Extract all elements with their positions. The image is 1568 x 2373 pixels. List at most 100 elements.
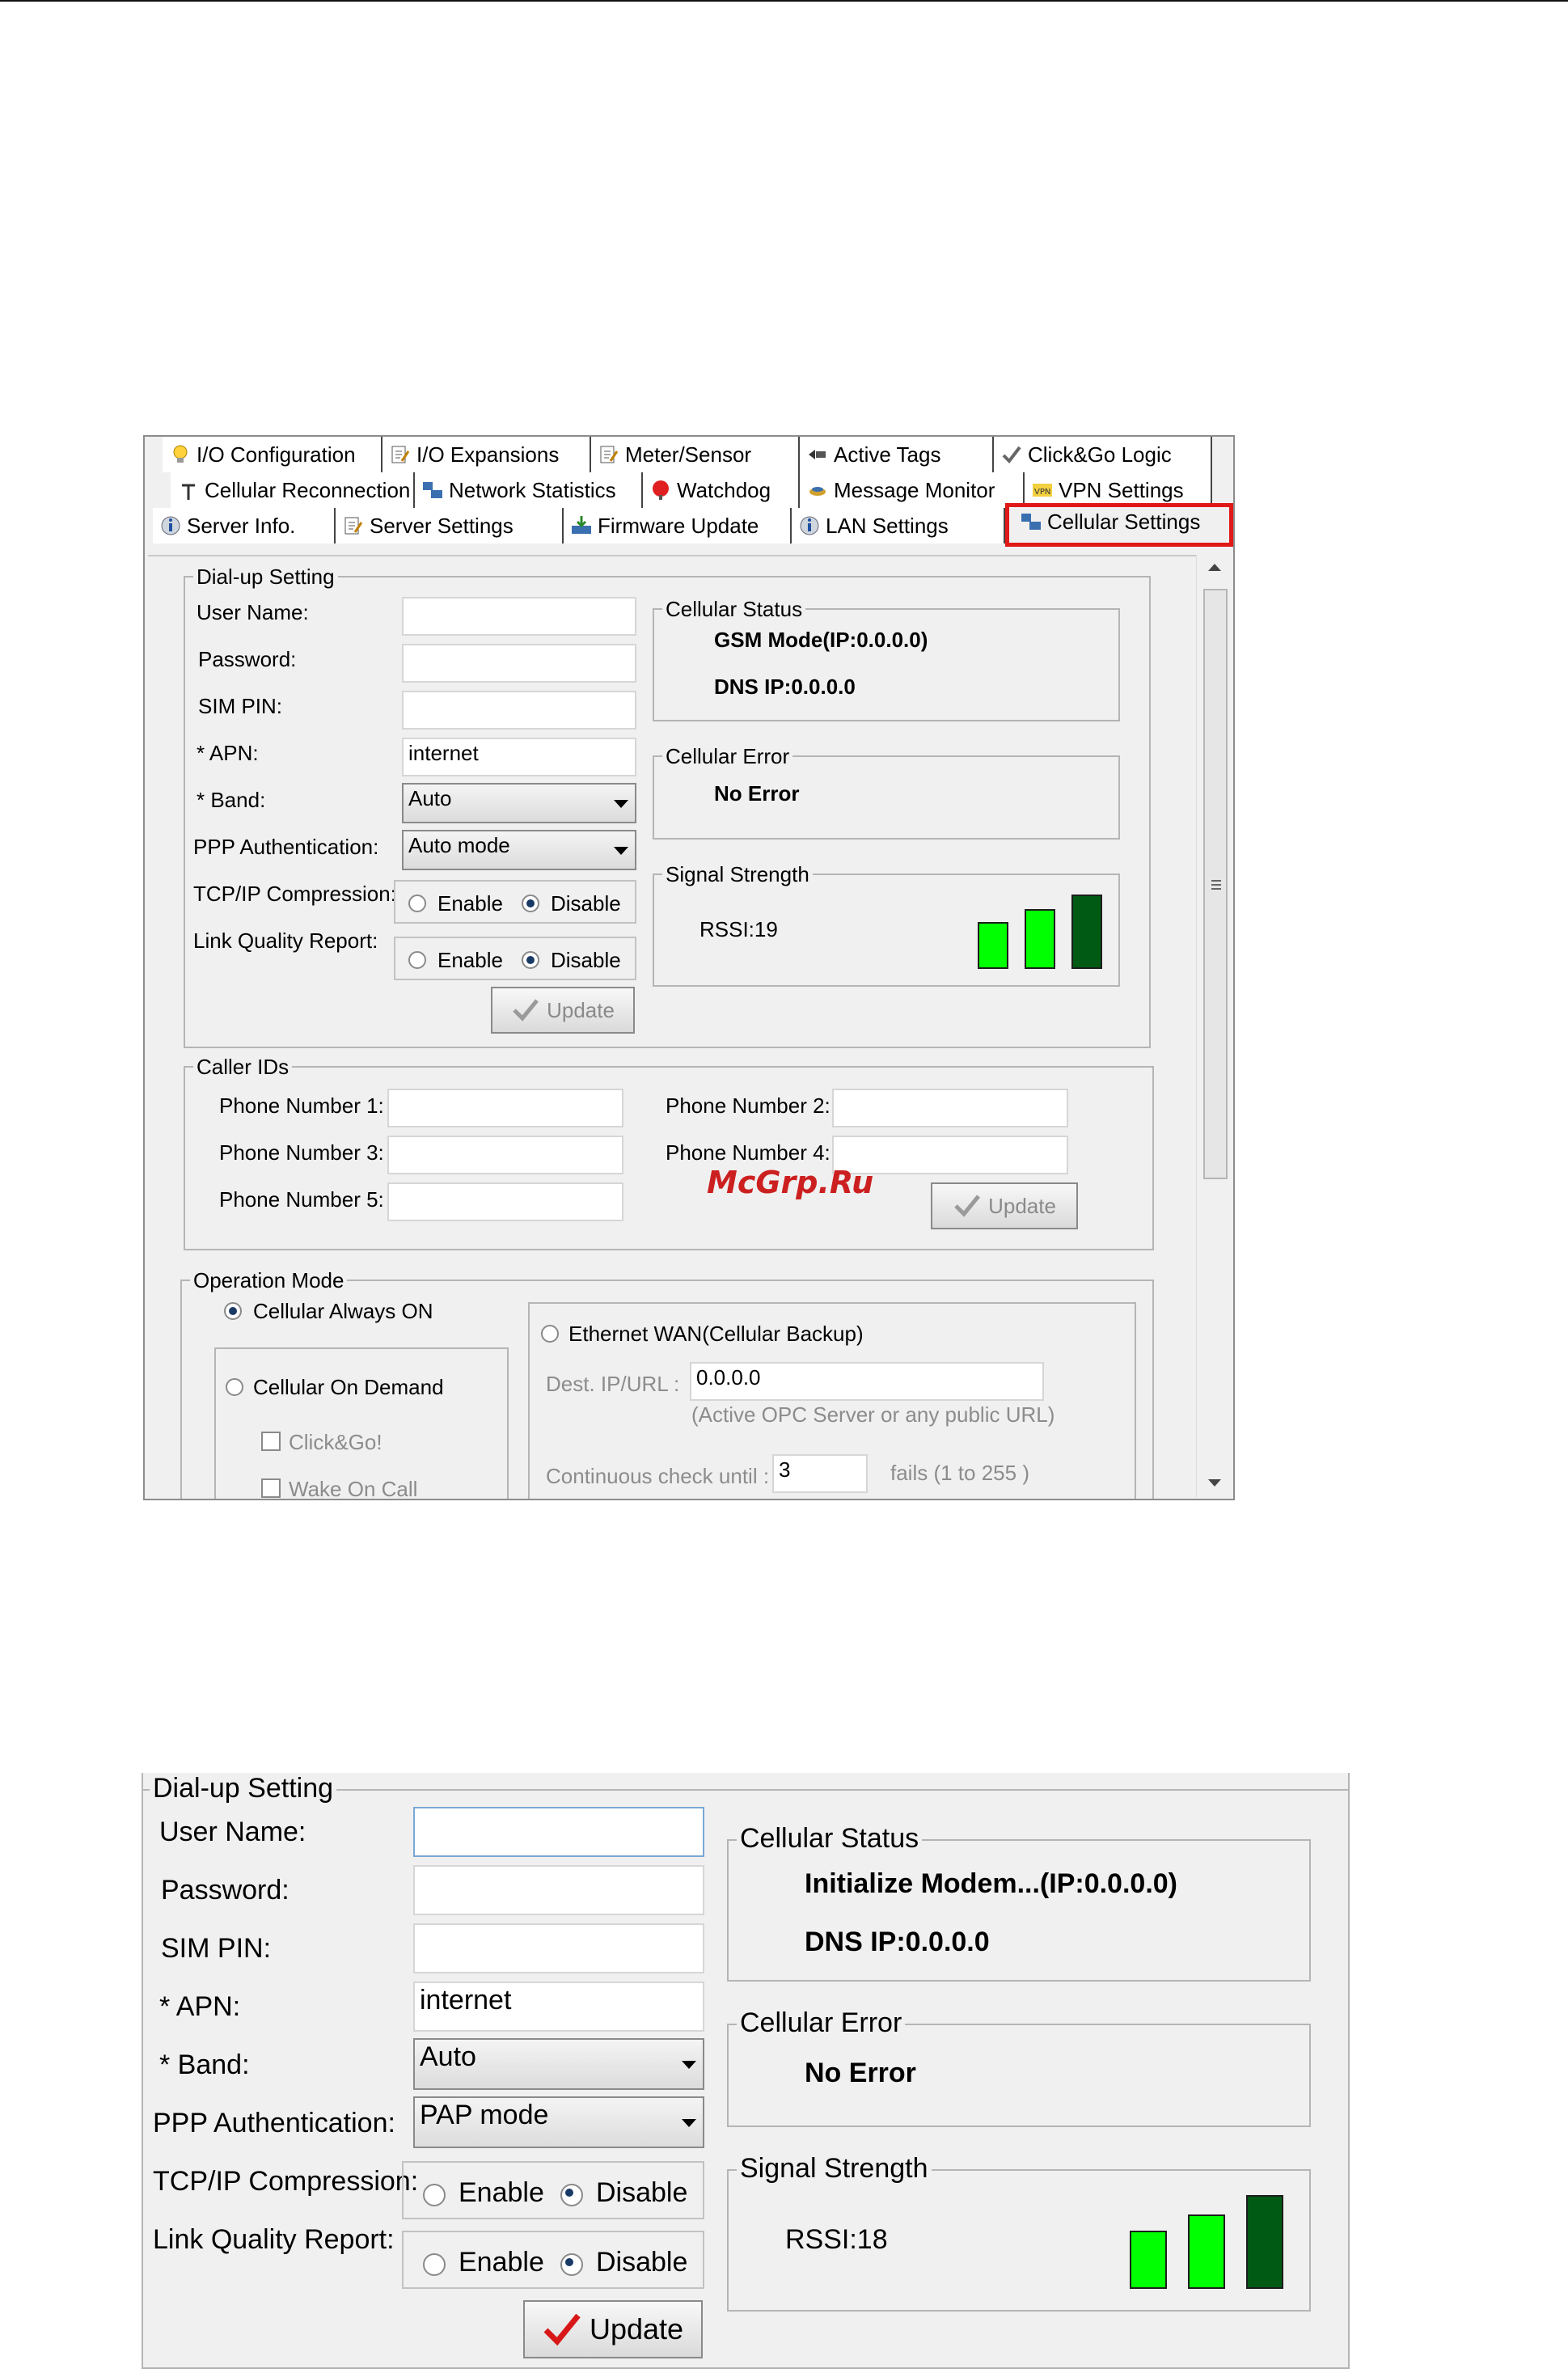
phone-number-3-label: Phone Number 3: [219, 1140, 384, 1165]
cellular-status-group: Cellular Status GSM Mode(IP:0.0.0.0) DNS… [653, 597, 1120, 721]
signal-bar-1 [978, 922, 1008, 969]
clickgo-checkbox[interactable] [261, 1432, 281, 1451]
tab-label: Watchdog [677, 477, 771, 502]
user-name-label: User Name: [159, 1817, 306, 1847]
dialup-update-button[interactable]: Update [491, 987, 635, 1034]
group-legend: Dial-up Setting [193, 565, 338, 590]
band-select[interactable]: Auto [402, 783, 636, 823]
sim-pin-field[interactable] [402, 691, 636, 730]
tags-icon [809, 450, 826, 459]
group-legend: Operation Mode [190, 1268, 348, 1293]
tab-watchdog[interactable]: Watchdog [643, 472, 800, 508]
cellular-on-demand-radio[interactable] [226, 1378, 243, 1396]
scrollbar-thumb[interactable] [1203, 589, 1228, 1179]
enable-label: Enable [437, 891, 503, 916]
cellular-always-on-radio[interactable] [224, 1302, 242, 1320]
lqr-disable-radio[interactable] [522, 951, 539, 969]
signal-bar-2 [1188, 2214, 1225, 2289]
password-field[interactable] [402, 644, 636, 683]
dialup-setting-group: Dial-up Setting User Name: Password: SIM… [184, 565, 1151, 1048]
ppp-authentication-select[interactable]: Auto mode [402, 830, 636, 870]
password-label: Password: [161, 1875, 290, 1906]
antenna-icon [182, 484, 195, 500]
tab-clickgo-logic[interactable]: Click&Go Logic [994, 437, 1212, 472]
watchdog-icon [653, 480, 669, 500]
tab-message-monitor[interactable]: Message Monitor [800, 472, 1025, 508]
tab-label: VPN Settings [1059, 477, 1184, 502]
tab-io-configuration[interactable]: I/O Configuration [163, 437, 382, 472]
ppp-authentication-select[interactable]: PAP mode [413, 2096, 704, 2148]
band-select[interactable]: Auto [413, 2038, 704, 2090]
user-name-field[interactable] [413, 1807, 704, 1857]
lqr-enable-radio[interactable] [408, 951, 426, 969]
apn-label: * APN: [159, 1991, 241, 2022]
tcp-ip-compression-label: TCP/IP Compression: [153, 2166, 419, 2197]
wake-on-call-checkbox[interactable] [261, 1478, 281, 1498]
tab-io-expansions[interactable]: I/O Expansions [382, 437, 591, 472]
link-quality-report-options: Enable Disable [402, 2231, 704, 2289]
caller-ids-update-button[interactable]: Update [931, 1182, 1078, 1229]
scroll-up-arrow-icon[interactable] [1207, 561, 1223, 573]
message-icon [809, 487, 826, 496]
caller-ids-group: Caller IDs Phone Number 1: Phone Number … [184, 1055, 1154, 1250]
link-quality-report-label: Link Quality Report: [193, 928, 378, 953]
ppp-selected-value: PAP mode [420, 2100, 549, 2130]
dns-ip-text: DNS IP:0.0.0.0 [805, 1927, 990, 1957]
tcp-enable-radio[interactable] [423, 2184, 446, 2206]
band-selected-value: Auto [408, 786, 452, 810]
signal-strength-group: Signal Strength RSSI:19 [653, 862, 1120, 987]
watermark-text: McGrp.Ru [707, 1165, 874, 1200]
dest-ip-url-field[interactable]: 0.0.0.0 [690, 1362, 1044, 1401]
vertical-scrollbar[interactable] [1196, 555, 1232, 1497]
dns-ip-text: DNS IP:0.0.0.0 [714, 675, 856, 699]
signal-strength-group: Signal Strength RSSI:18 [727, 2153, 1311, 2312]
phone-number-3-field[interactable] [387, 1136, 623, 1174]
dest-ip-url-hint: (Active OPC Server or any public URL) [691, 1402, 1055, 1427]
active-tab-highlight [1005, 503, 1233, 547]
scroll-down-arrow-icon[interactable] [1207, 1478, 1223, 1489]
sim-pin-label: SIM PIN: [161, 1933, 272, 1964]
tab-label: Meter/Sensor [625, 442, 752, 467]
phone-number-2-field[interactable] [832, 1089, 1068, 1127]
group-legend: Cellular Status [662, 597, 806, 622]
tab-label: Server Settings [370, 513, 514, 538]
phone-number-5-label: Phone Number 5: [219, 1187, 384, 1212]
tab-lan-settings[interactable]: LAN Settings [792, 508, 1005, 544]
tab-firmware-update[interactable]: Firmware Update [564, 508, 792, 544]
cellular-error-text: No Error [714, 781, 800, 806]
lqr-enable-radio[interactable] [423, 2253, 446, 2276]
tcp-enable-radio[interactable] [408, 895, 426, 912]
cellular-settings-window: I/O Configuration I/O Expansions Meter/S… [143, 435, 1235, 1500]
sim-pin-field[interactable] [413, 1923, 704, 1973]
tab-active-tags[interactable]: Active Tags [800, 437, 994, 472]
ethernet-wan-radio[interactable] [541, 1325, 559, 1343]
lqr-disable-radio[interactable] [560, 2253, 583, 2276]
phone-number-1-field[interactable] [387, 1089, 623, 1127]
operation-mode-group: Operation Mode Cellular Always ON Cellul… [180, 1268, 1154, 1500]
band-selected-value: Auto [420, 2041, 476, 2072]
tab-server-settings[interactable]: Server Settings [336, 508, 564, 544]
group-legend: Dial-up Setting [150, 1773, 337, 1804]
notepad-icon [344, 517, 363, 535]
tab-cellular-reconnection[interactable]: Cellular Reconnection [171, 472, 415, 508]
group-legend: Cellular Status [737, 1823, 923, 1855]
phone-number-5-field[interactable] [387, 1182, 623, 1221]
tab-meter-sensor[interactable]: Meter/Sensor [591, 437, 800, 472]
apn-field[interactable]: internet [402, 738, 636, 776]
apn-field[interactable]: internet [413, 1982, 704, 2032]
wake-on-call-label: Wake On Call [289, 1477, 418, 1500]
firmware-icon [572, 516, 591, 534]
continuous-check-field[interactable]: 3 [772, 1454, 868, 1493]
password-field[interactable] [413, 1865, 704, 1915]
notepad-icon [600, 446, 619, 463]
tab-network-statistics[interactable]: Network Statistics [415, 472, 643, 508]
tcp-ip-compression-options: Enable Disable [402, 2161, 704, 2219]
button-label: Update [589, 2312, 684, 2346]
tab-label: Network Statistics [449, 477, 616, 502]
dialup-update-button[interactable]: Update [523, 2300, 703, 2358]
tab-server-info[interactable]: Server Info. [153, 508, 336, 544]
tcp-disable-radio[interactable] [522, 895, 539, 912]
band-label: * Band: [197, 788, 266, 812]
tcp-disable-radio[interactable] [560, 2184, 583, 2206]
user-name-field[interactable] [402, 597, 636, 636]
